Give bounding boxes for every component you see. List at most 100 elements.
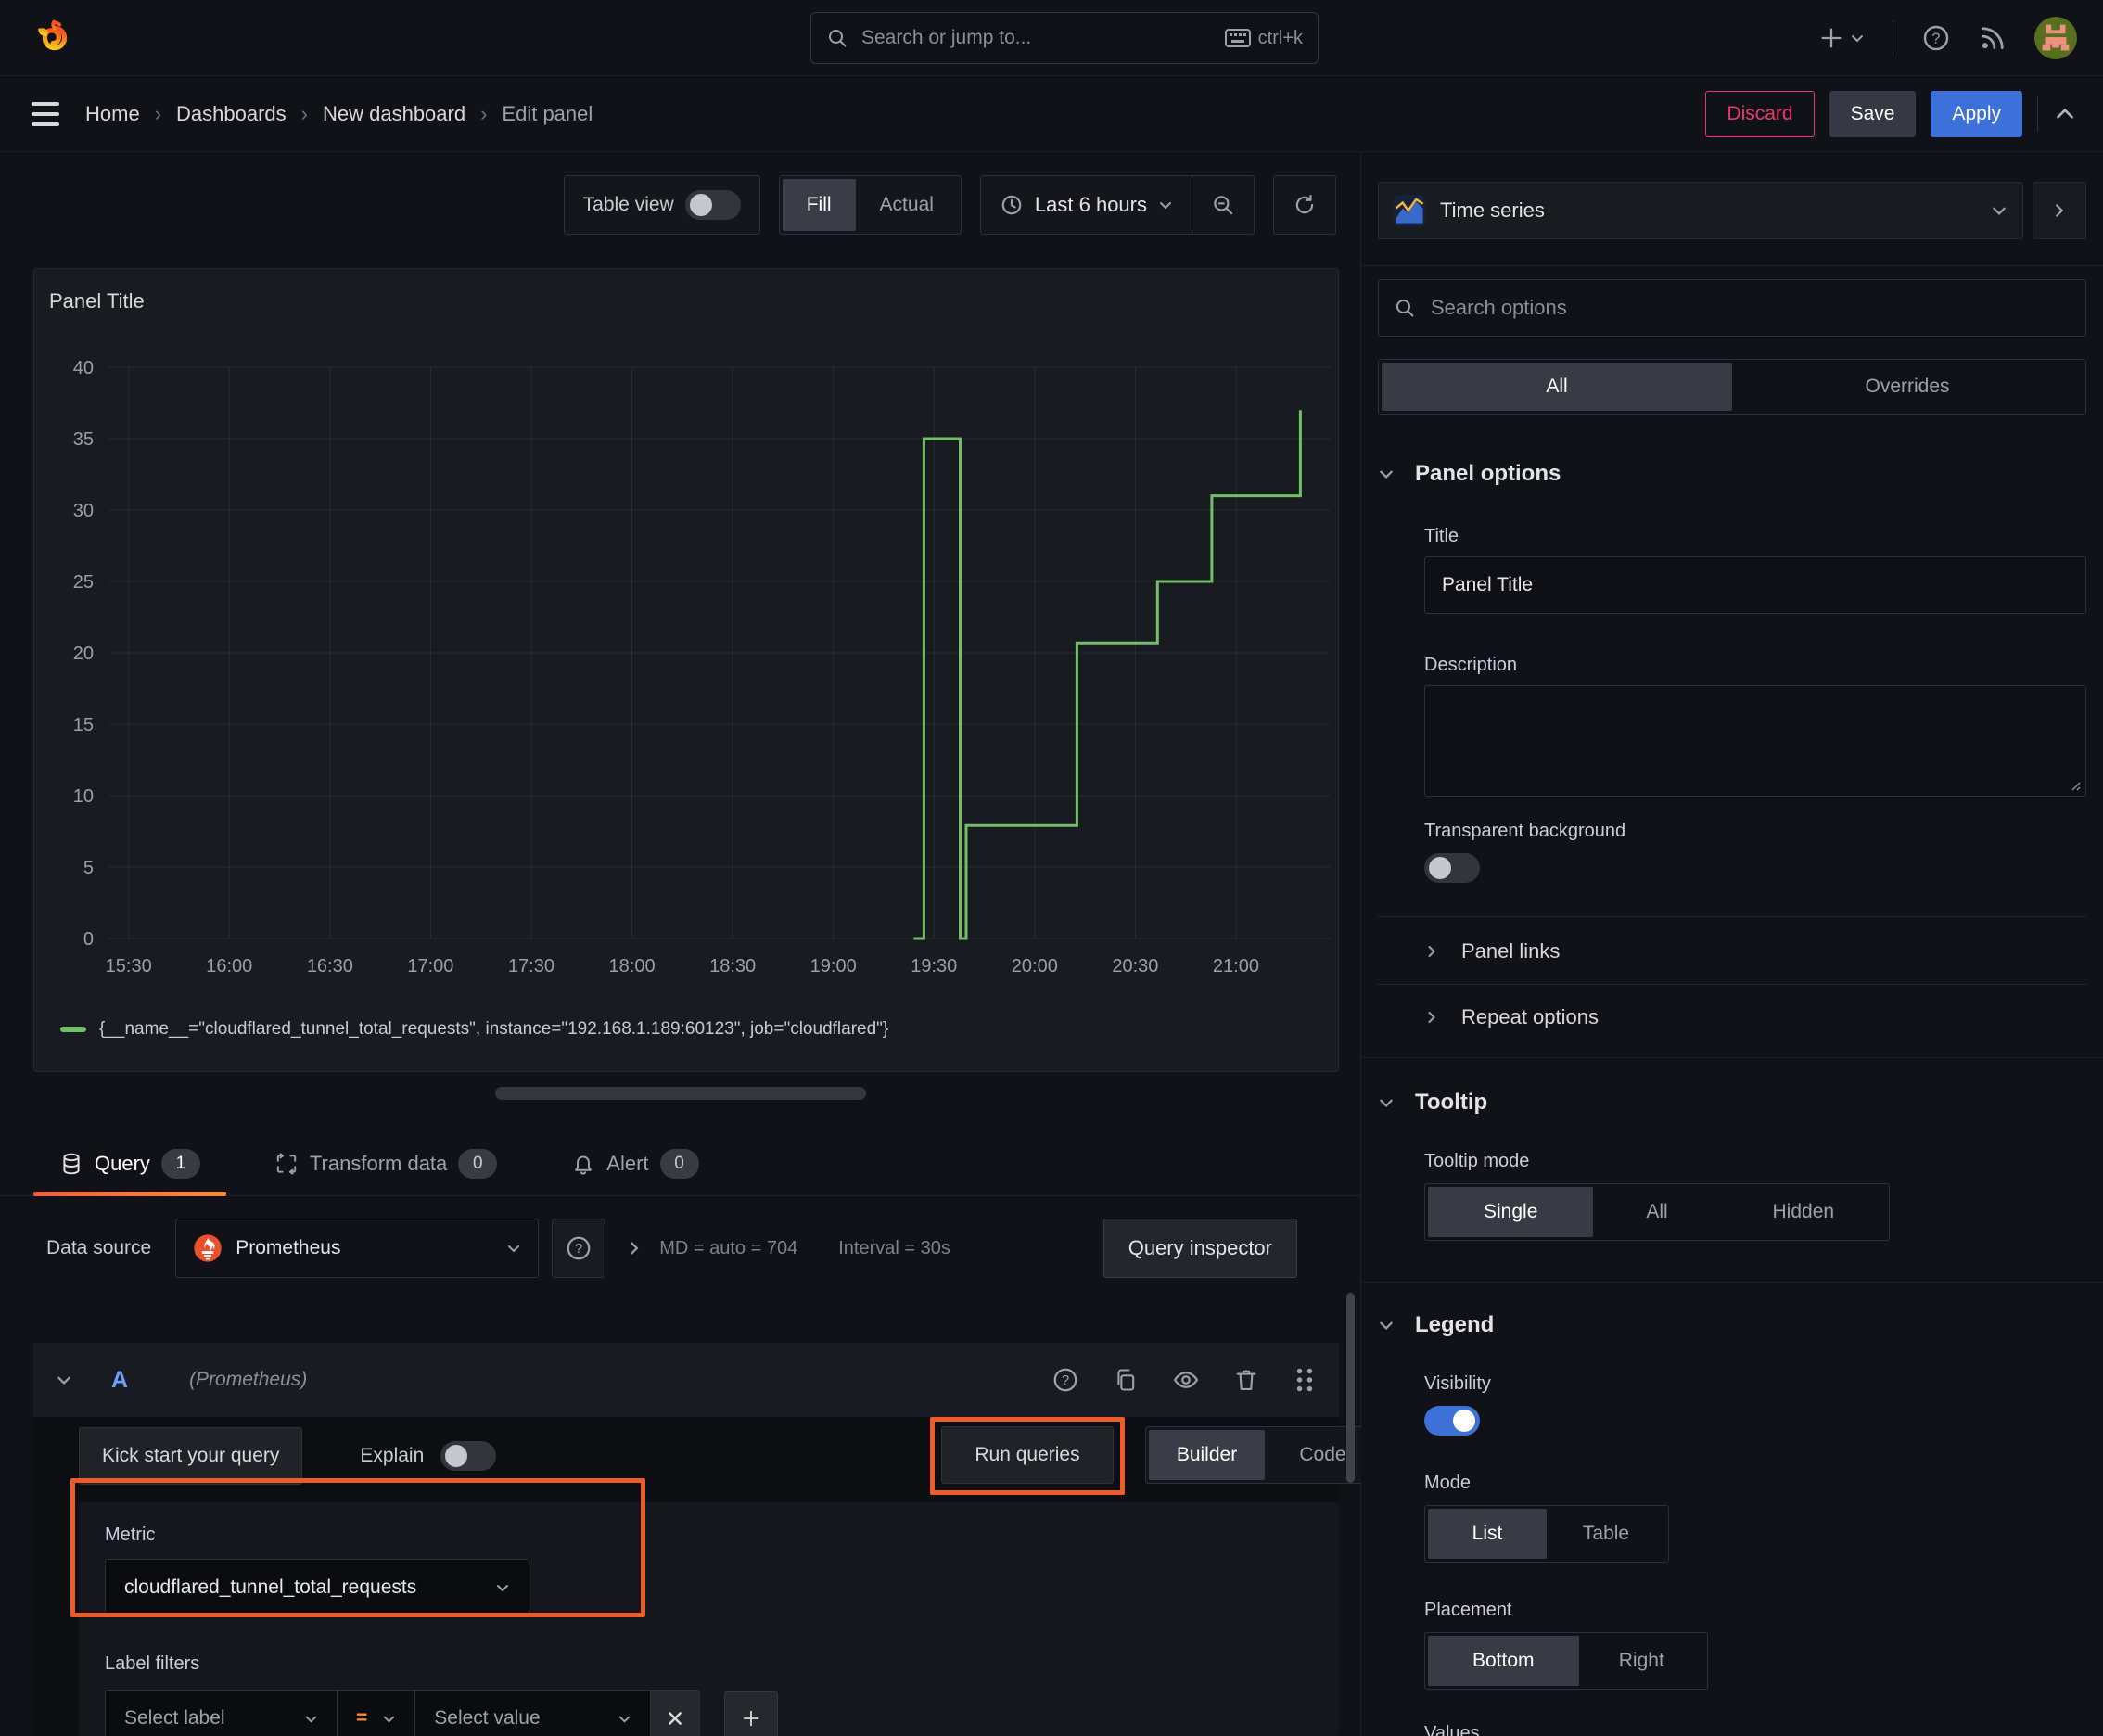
tooltip-mode-all[interactable]: All <box>1593 1187 1720 1237</box>
breadcrumb-home[interactable]: Home <box>85 102 140 126</box>
save-button[interactable]: Save <box>1829 90 1917 137</box>
svg-text:16:00: 16:00 <box>206 956 252 976</box>
help-button[interactable]: ? <box>1921 23 1951 53</box>
tooltip-mode-single[interactable]: Single <box>1428 1187 1594 1237</box>
time-range-picker[interactable]: Last 6 hours <box>981 176 1192 234</box>
legend-visibility-toggle[interactable] <box>1424 1406 1480 1436</box>
scrollbar-thumb[interactable] <box>1346 1293 1355 1483</box>
main-area: Table view Fill Actual Last 6 hours Pane… <box>0 152 2103 1736</box>
chevron-down-icon <box>1378 1094 1395 1111</box>
builder-option[interactable]: Builder <box>1149 1430 1265 1480</box>
actual-option[interactable]: Actual <box>856 179 958 231</box>
tab-query[interactable]: Query 1 <box>33 1131 226 1196</box>
query-row-header[interactable]: A (Prometheus) ? <box>33 1343 1339 1417</box>
toggle-viz-suggestions-button[interactable] <box>2033 182 2086 239</box>
grafana-logo-icon[interactable] <box>33 17 76 59</box>
tab-transform-data[interactable]: Transform data 0 <box>249 1131 523 1195</box>
chart-legend[interactable]: {__name__="cloudflared_tunnel_total_requ… <box>60 1019 888 1040</box>
tab-query-count: 1 <box>160 1148 200 1179</box>
new-menu-button[interactable] <box>1818 25 1865 51</box>
table-view-toggle-row: Table view <box>565 176 759 234</box>
legend-heading: Legend <box>1415 1312 1495 1337</box>
help-icon[interactable]: ? <box>1052 1366 1079 1394</box>
description-textarea[interactable] <box>1424 685 2086 797</box>
options-search[interactable] <box>1378 279 2086 337</box>
panel-links-row[interactable]: Panel links <box>1424 930 2086 973</box>
time-series-chart[interactable]: 0 5 10 15 20 25 30 35 40 15:30 16:00 16:30 17:00 17:3… <box>34 349 1338 998</box>
zoom-out-button[interactable] <box>1192 176 1254 234</box>
user-avatar[interactable] <box>2034 16 2077 59</box>
divider <box>1378 984 2086 985</box>
legend-placement-right[interactable]: Right <box>1579 1636 1704 1686</box>
remove-filter-button[interactable] <box>651 1691 700 1736</box>
svg-text:18:30: 18:30 <box>709 956 756 976</box>
repeat-options-row[interactable]: Repeat options <box>1424 996 2086 1039</box>
fill-option[interactable]: Fill <box>782 179 856 231</box>
chevron-down-icon[interactable] <box>56 1372 72 1388</box>
panel-options-section-header[interactable]: Panel options <box>1378 461 2086 487</box>
chevron-up-icon[interactable] <box>2053 102 2077 126</box>
metric-select[interactable]: cloudflared_tunnel_total_requests <box>105 1559 529 1616</box>
copy-icon[interactable] <box>1113 1367 1139 1393</box>
datasource-picker[interactable]: Prometheus <box>175 1219 540 1278</box>
refresh-button[interactable] <box>1274 176 1335 234</box>
operator-dropdown[interactable]: = <box>338 1691 416 1736</box>
menu-icon[interactable] <box>32 101 59 126</box>
legend-section-header[interactable]: Legend <box>1378 1312 2086 1338</box>
breadcrumb-new-dashboard[interactable]: New dashboard <box>323 102 465 126</box>
tab-all-options[interactable]: All <box>1382 363 1732 411</box>
refresh-icon <box>1293 193 1317 217</box>
pane-resize-handle[interactable] <box>494 1087 866 1100</box>
svg-text:35: 35 <box>73 429 94 450</box>
panel-options-sidebar: Time series All Overrides Panel options <box>1361 152 2103 1736</box>
tab-alert[interactable]: Alert 0 <box>545 1131 724 1195</box>
search-input[interactable] <box>860 26 1214 50</box>
chevron-down-icon <box>1378 466 1395 482</box>
news-button[interactable] <box>1979 24 2007 52</box>
legend-series-swatch <box>60 1027 86 1032</box>
visualization-picker[interactable]: Time series <box>1378 182 2023 239</box>
query-inspector-button[interactable]: Query inspector <box>1102 1219 1297 1278</box>
svg-text:15: 15 <box>73 715 94 735</box>
tooltip-section-header[interactable]: Tooltip <box>1378 1090 2086 1116</box>
select-label-dropdown[interactable]: Select label <box>106 1691 338 1736</box>
breadcrumb-dashboards[interactable]: Dashboards <box>176 102 287 126</box>
tooltip-mode-hidden[interactable]: Hidden <box>1721 1187 1886 1237</box>
global-search[interactable]: ctrl+k <box>810 12 1319 64</box>
trash-icon[interactable] <box>1233 1367 1259 1393</box>
kick-start-button[interactable]: Kick start your query <box>79 1427 303 1485</box>
legend-placement-label: Placement <box>1424 1600 1512 1620</box>
run-queries-button[interactable]: Run queries <box>941 1426 1114 1484</box>
chevron-down-icon <box>1850 31 1865 45</box>
chevron-down-icon <box>1991 202 2007 219</box>
chevron-right-icon: › <box>300 101 308 125</box>
drag-grip-icon[interactable] <box>1293 1366 1317 1394</box>
add-filter-button[interactable] <box>724 1691 779 1736</box>
apply-button[interactable]: Apply <box>1931 90 2022 137</box>
explain-toggle[interactable] <box>440 1441 497 1471</box>
panel-preview[interactable]: Panel Title 0 5 10 15 20 25 30 35 40 15:30 16:00 16… <box>33 268 1339 1072</box>
query-options-summary[interactable]: MD = auto = 704 Interval = 30s <box>659 1238 950 1259</box>
resize-handle-icon[interactable] <box>2067 777 2082 792</box>
eye-icon[interactable] <box>1172 1366 1200 1394</box>
datasource-help-button[interactable]: ? <box>552 1219 606 1278</box>
legend-mode-table[interactable]: Table <box>1547 1509 1665 1559</box>
datasource-label: Data source <box>46 1237 152 1258</box>
svg-text:?: ? <box>1932 31 1941 46</box>
legend-values-label: Values <box>1424 1723 1480 1736</box>
table-view-toggle[interactable] <box>684 190 741 220</box>
time-range-label: Last 6 hours <box>1034 193 1147 216</box>
legend-placement-bottom[interactable]: Bottom <box>1428 1636 1579 1686</box>
tab-alert-count: 0 <box>659 1148 699 1179</box>
options-search-input[interactable] <box>1429 295 2071 321</box>
chevron-right-icon[interactable] <box>626 1240 643 1257</box>
discard-button[interactable]: Discard <box>1705 90 1815 137</box>
refresh-control <box>1273 175 1336 235</box>
chevron-down-icon <box>382 1712 396 1726</box>
select-value-dropdown[interactable]: Select value <box>415 1691 652 1736</box>
transparent-background-toggle[interactable] <box>1424 853 1480 883</box>
tab-overrides[interactable]: Overrides <box>1732 363 2083 411</box>
legend-mode-list[interactable]: List <box>1428 1509 1547 1559</box>
max-data-points-stat: MD = auto = 704 <box>659 1237 798 1258</box>
panel-title-input[interactable] <box>1424 556 2086 614</box>
